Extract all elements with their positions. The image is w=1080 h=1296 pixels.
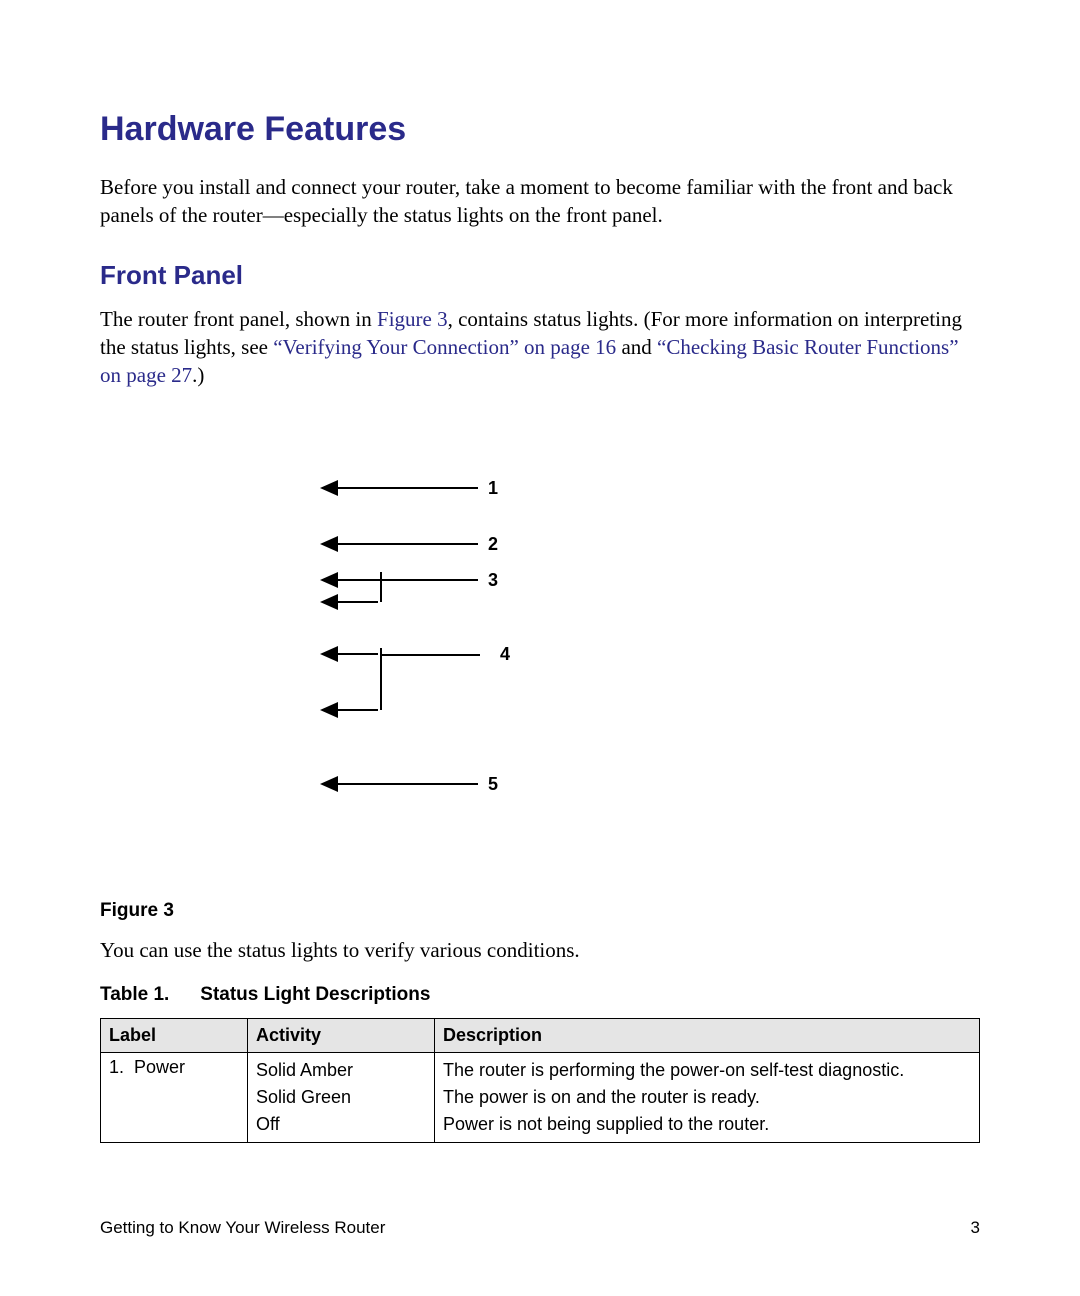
post-figure-paragraph: You can use the status lights to verify … [100, 936, 980, 964]
callout-3-sub [320, 594, 378, 610]
link-figure-3[interactable]: Figure 3 [377, 307, 448, 331]
arrow-left-icon [320, 480, 338, 496]
activity-value: Solid Green [256, 1084, 426, 1111]
cell-label: 1. Power [101, 1053, 248, 1143]
page-footer: Getting to Know Your Wireless Router 3 [100, 1218, 980, 1238]
activity-value: Solid Amber [256, 1057, 426, 1084]
arrow-left-icon [320, 572, 338, 588]
arrow-left-icon [320, 646, 338, 662]
description-value: The power is on and the router is ready. [443, 1084, 971, 1111]
arrow-left-icon [320, 702, 338, 718]
callout-2: 2 [320, 534, 498, 555]
row-label: Power [134, 1057, 185, 1078]
col-header-label: Label [101, 1019, 248, 1053]
col-header-description: Description [435, 1019, 980, 1053]
arrow-line [338, 543, 478, 545]
bracket-line [380, 648, 382, 710]
table-number: Table 1. [100, 984, 195, 1006]
bracket-line [380, 654, 480, 656]
arrow-left-icon [320, 536, 338, 552]
callout-4-top [320, 646, 378, 662]
front-text-c: and [616, 335, 657, 359]
intro-paragraph: Before you install and connect your rout… [100, 173, 980, 230]
callout-1: 1 [320, 478, 498, 499]
arrow-line [338, 709, 378, 711]
table-subtitle: Status Light Descriptions [200, 984, 430, 1005]
description-value: Power is not being supplied to the route… [443, 1111, 971, 1138]
section-title-front-panel: Front Panel [100, 260, 980, 291]
arrow-line [338, 487, 478, 489]
cell-activity: Solid Amber Solid Green Off [248, 1053, 435, 1143]
callout-label-5: 5 [488, 774, 498, 795]
arrow-line [338, 601, 378, 603]
arrow-line [338, 653, 378, 655]
table-title: Table 1. Status Light Descriptions [100, 984, 980, 1006]
figure-caption: Figure 3 [100, 900, 980, 922]
front-text-a: The router front panel, shown in [100, 307, 377, 331]
arrow-line [338, 783, 478, 785]
callout-3: 3 [320, 570, 498, 591]
footer-page-number: 3 [971, 1218, 980, 1238]
front-panel-paragraph: The router front panel, shown in Figure … [100, 305, 980, 390]
cell-description: The router is performing the power-on se… [435, 1053, 980, 1143]
table-row: 1. Power Solid Amber Solid Green Off The… [101, 1053, 980, 1143]
page-title: Hardware Features [100, 110, 980, 149]
callout-label-1: 1 [488, 478, 498, 499]
activity-value: Off [256, 1111, 426, 1138]
description-value: The router is performing the power-on se… [443, 1057, 971, 1084]
col-header-activity: Activity [248, 1019, 435, 1053]
callout-label-4: 4 [500, 644, 510, 665]
callout-label-3: 3 [488, 570, 498, 591]
arrow-line [338, 579, 478, 581]
status-light-table: Label Activity Description 1. Power Soli… [100, 1018, 980, 1143]
arrow-left-icon [320, 776, 338, 792]
callout-4-bottom [320, 702, 378, 718]
arrow-left-icon [320, 594, 338, 610]
callout-5: 5 [320, 774, 498, 795]
callout-label-2: 2 [488, 534, 498, 555]
footer-section-title: Getting to Know Your Wireless Router [100, 1218, 385, 1238]
front-text-d: .) [192, 363, 204, 387]
row-number: 1. [109, 1057, 124, 1078]
bracket-line [380, 572, 382, 602]
front-panel-diagram: 1 2 3 [100, 440, 980, 870]
link-verifying-connection[interactable]: “Verifying Your Connection” on page 16 [273, 335, 616, 359]
